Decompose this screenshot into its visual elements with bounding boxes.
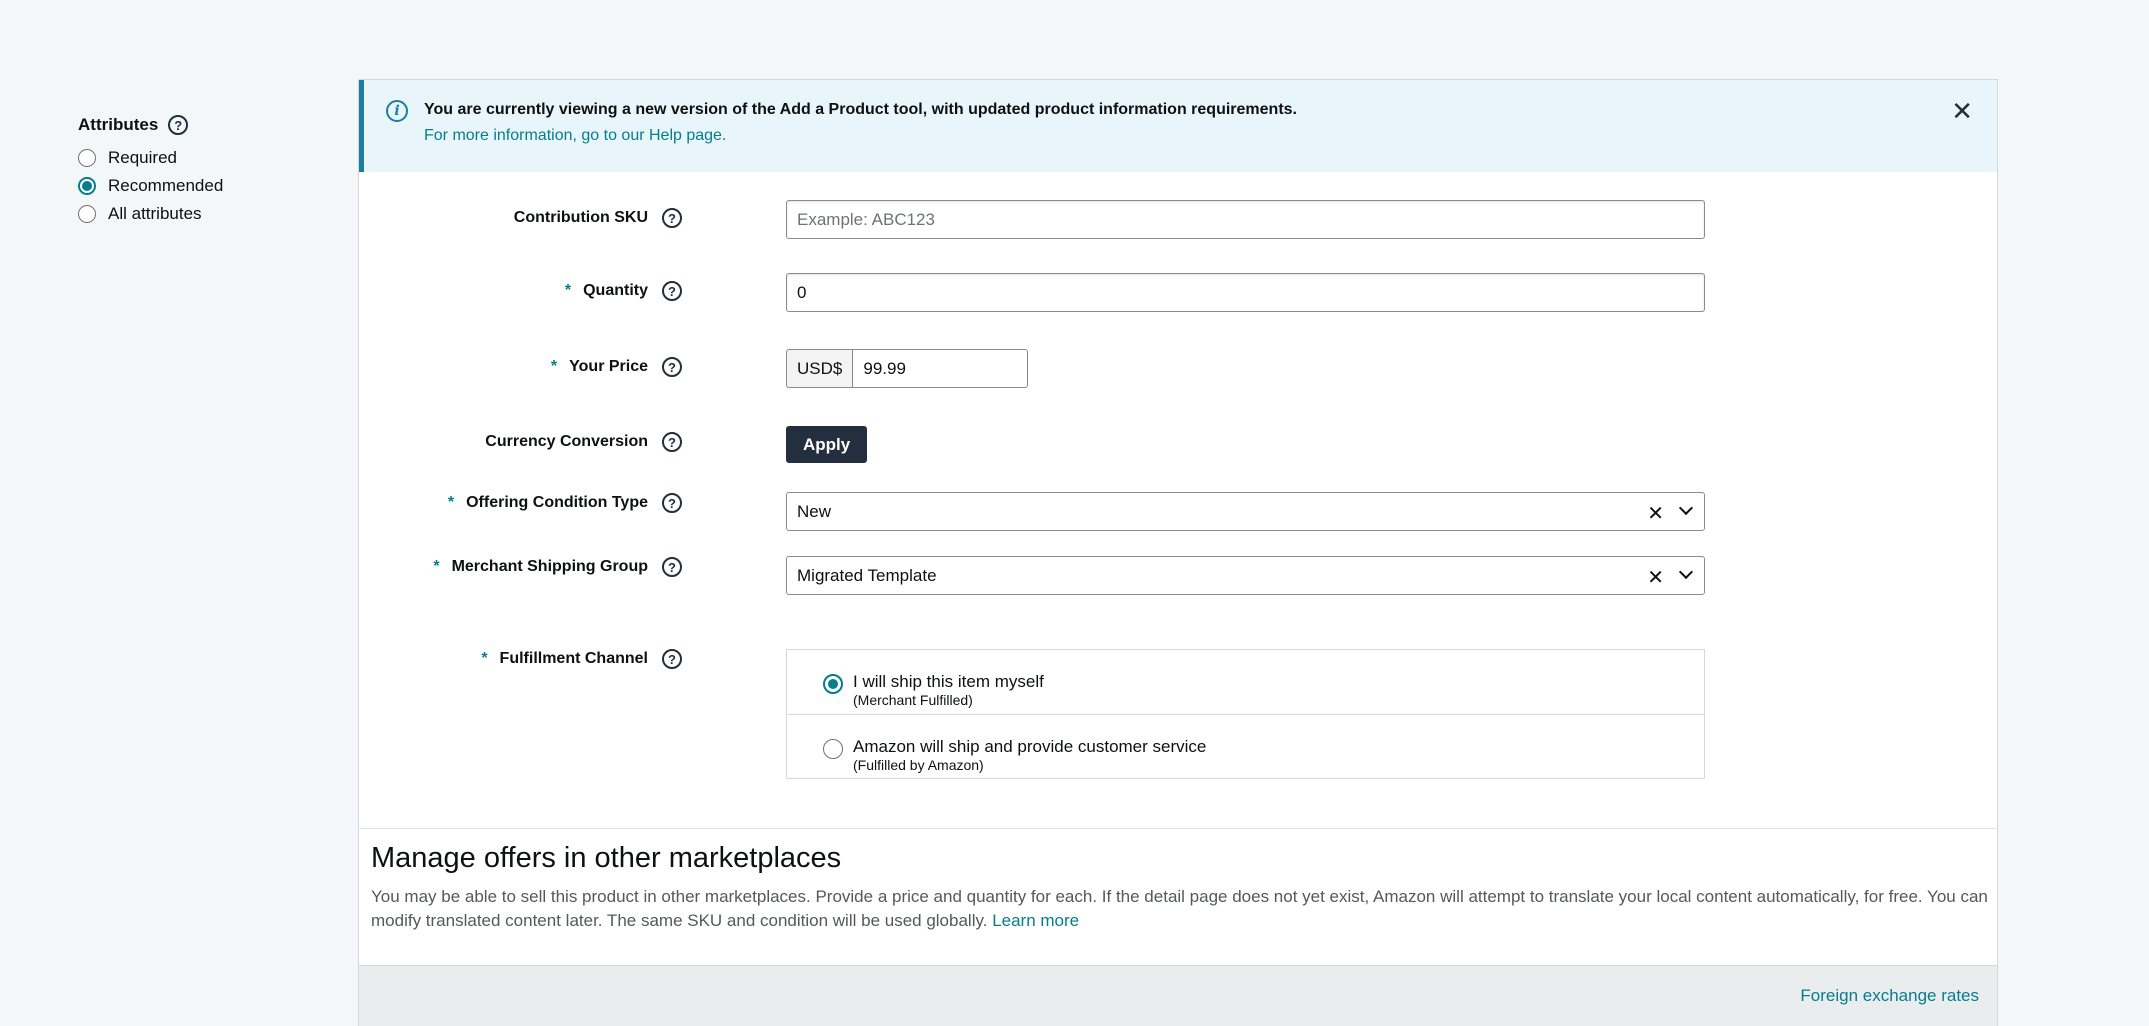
radio-all-attributes[interactable]: All attributes (78, 200, 338, 228)
option-subtitle: (Fulfilled by Amazon) (853, 757, 984, 773)
question-circle-icon[interactable]: ? (662, 357, 682, 377)
price-label: * Your Price ? (551, 357, 682, 377)
info-icon: i (386, 100, 408, 122)
foreign-exchange-rates-link[interactable]: Foreign exchange rates (1800, 986, 1979, 1006)
condition-label: * Offering Condition Type ? (448, 493, 682, 513)
radio-button[interactable] (78, 205, 96, 223)
merchant-fulfilled-option[interactable]: I will ship this item myself (Merchant F… (787, 650, 1704, 714)
shipping-group-label: * Merchant Shipping Group ? (433, 557, 682, 577)
clear-x-icon[interactable]: ✕ (1647, 565, 1664, 590)
marketplace-footer-bar: Foreign exchange rates (359, 965, 1997, 1026)
description-text: You may be able to sell this product in … (371, 887, 1988, 930)
radio-button[interactable] (78, 149, 96, 167)
attributes-radio-group: Required Recommended All attributes (78, 144, 338, 228)
field-label: Fulfillment Channel (499, 650, 648, 667)
required-marker: * (433, 558, 440, 575)
question-circle-icon[interactable]: ? (662, 281, 682, 301)
section-title: Manage offers in other marketplaces (371, 842, 842, 874)
radio-button[interactable] (823, 739, 843, 759)
shipping-group-select[interactable]: Migrated Template ✕ (786, 556, 1705, 595)
attributes-title: Attributes (78, 115, 159, 134)
clear-x-icon[interactable]: ✕ (1647, 501, 1664, 526)
banner-message: You are currently viewing a new version … (424, 101, 1297, 118)
required-marker: * (564, 282, 572, 299)
price-input[interactable] (852, 349, 1029, 388)
radio-label: Required (108, 148, 177, 167)
attributes-filter: Attributes ? Required Recommended All at… (78, 112, 338, 228)
fulfillment-options: I will ship this item myself (Merchant F… (786, 649, 1705, 779)
chevron-down-icon[interactable] (1678, 500, 1694, 516)
question-circle-icon[interactable]: ? (662, 649, 682, 669)
currency-conversion-label: Currency Conversion ? (485, 432, 682, 452)
option-title: I will ship this item myself (853, 672, 1044, 691)
select-value: New (797, 501, 832, 521)
chevron-down-icon[interactable] (1678, 564, 1694, 580)
question-circle-icon[interactable]: ? (662, 557, 682, 577)
contribution-sku-label: Contribution SKU ? (514, 208, 682, 228)
condition-select[interactable]: New ✕ (786, 492, 1705, 531)
condition-row: * Offering Condition Type ? New ✕ (359, 492, 1997, 531)
price-input-group: USD$ (786, 349, 1029, 388)
currency-prefix: USD$ (786, 349, 853, 388)
section-description: You may be able to sell this product in … (371, 885, 1991, 933)
radio-required[interactable]: Required (78, 144, 338, 172)
manage-offers-section: Manage offers in other marketplaces You … (359, 828, 1997, 933)
learn-more-link[interactable]: Learn more (992, 911, 1079, 930)
field-label: Your Price (569, 358, 648, 375)
question-circle-icon[interactable]: ? (662, 493, 682, 513)
question-circle-icon[interactable]: ? (662, 432, 682, 452)
radio-label: Recommended (108, 176, 224, 195)
radio-button[interactable] (78, 177, 96, 195)
fba-option[interactable]: Amazon will ship and provide customer se… (787, 714, 1704, 778)
info-banner: i You are currently viewing a new versio… (359, 80, 1997, 172)
required-marker: * (550, 358, 558, 375)
option-title: Amazon will ship and provide customer se… (853, 737, 1207, 756)
question-circle-icon[interactable]: ? (168, 115, 189, 135)
question-circle-icon[interactable]: ? (662, 208, 682, 228)
field-label: Offering Condition Type (466, 494, 648, 511)
fulfillment-label: * Fulfillment Channel ? (481, 649, 682, 669)
apply-button[interactable]: Apply (786, 426, 868, 463)
select-value: Migrated Template (797, 565, 937, 585)
quantity-label: * Quantity ? (565, 281, 682, 301)
field-label: Currency Conversion (485, 433, 648, 450)
required-marker: * (481, 650, 488, 667)
help-page-link[interactable]: For more information, go to our Help pag… (424, 127, 726, 145)
option-subtitle: (Merchant Fulfilled) (853, 692, 973, 708)
shipping-group-row: * Merchant Shipping Group ? Migrated Tem… (359, 556, 1997, 595)
offer-form-panel: i You are currently viewing a new versio… (358, 79, 1998, 1026)
close-icon[interactable]: ✕ (1951, 98, 1973, 124)
radio-label: All attributes (108, 204, 202, 223)
required-marker: * (447, 494, 455, 511)
attributes-heading: Attributes ? (78, 112, 338, 138)
field-label: Quantity (583, 282, 648, 299)
radio-button[interactable] (823, 674, 843, 694)
contribution-sku-input[interactable] (786, 200, 1705, 239)
field-label: Merchant Shipping Group (451, 558, 648, 575)
field-label: Contribution SKU (513, 209, 648, 226)
quantity-input[interactable] (786, 273, 1705, 312)
radio-recommended[interactable]: Recommended (78, 172, 338, 200)
